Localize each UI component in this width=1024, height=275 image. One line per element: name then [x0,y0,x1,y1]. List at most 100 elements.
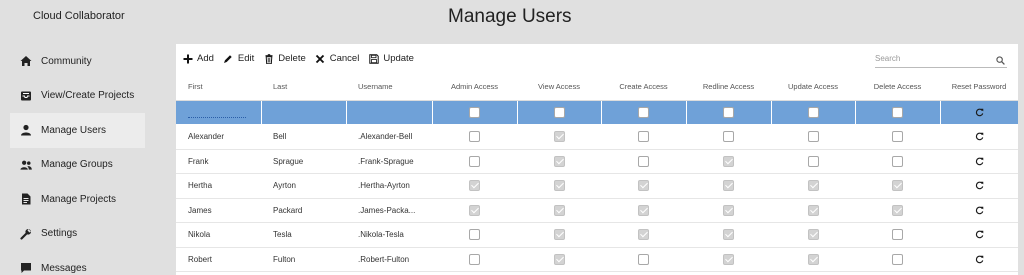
username-cell[interactable]: .Hertha-Ayrton [346,173,432,199]
sidebar-item-view-create-projects[interactable]: View/Create Projects [10,79,145,114]
username-cell[interactable]: .Robert-Fulton [346,247,432,272]
redline-access-checkbox[interactable] [723,155,734,167]
redline-access-checkbox[interactable] [723,204,734,216]
refresh-icon[interactable] [975,181,984,190]
filter-delete-checkbox[interactable] [892,106,903,118]
delete-access-checkbox[interactable] [892,180,903,192]
update-access-checkbox[interactable] [807,204,819,216]
col-header-reset-password[interactable]: Reset Password [940,73,1018,101]
first-name-cell[interactable]: Hertha [176,173,261,199]
last-name-cell[interactable]: Fulton [261,247,346,272]
add-button[interactable]: Add [182,53,214,64]
sidebar-item-settings[interactable]: Settings [10,217,145,252]
col-header-last[interactable]: Last [261,73,346,101]
admin-access-checkbox[interactable] [469,253,480,265]
filter-create-checkbox[interactable] [638,106,649,118]
table-row[interactable]: Robert Fulton .Robert-Fulton [176,247,1018,272]
update-access-checkbox[interactable] [807,131,819,143]
view-access-checkbox[interactable] [553,229,565,241]
view-access-checkbox[interactable] [553,131,565,143]
delete-button[interactable]: Delete [263,53,306,64]
create-access-checkbox[interactable] [638,155,649,167]
update-access-checkbox[interactable] [807,155,819,167]
col-header-view-access[interactable]: View Access [517,73,601,101]
delete-access-checkbox[interactable] [892,229,903,241]
sidebar-item-manage-groups[interactable]: Manage Groups [10,148,145,183]
search-icon[interactable] [996,52,1005,70]
refresh-icon[interactable] [975,206,984,215]
create-access-checkbox[interactable] [638,253,649,265]
redline-access-checkbox[interactable] [723,229,734,241]
first-name-cell[interactable]: Robert [176,247,261,272]
cancel-button[interactable]: Cancel [315,53,359,64]
create-access-checkbox[interactable] [638,204,649,216]
last-name-cell[interactable]: Tesla [261,222,346,248]
update-access-checkbox[interactable] [807,180,819,192]
view-access-checkbox[interactable] [553,204,565,216]
admin-access-checkbox[interactable] [469,131,480,143]
view-access-checkbox[interactable] [553,253,565,265]
update-access-checkbox[interactable] [807,229,819,241]
table-row[interactable]: Alexander Bell .Alexander-Bell [176,124,1018,150]
sidebar-item-community[interactable]: Community [10,44,145,79]
search-input[interactable] [875,49,987,68]
refresh-icon[interactable] [975,157,984,166]
col-header-create-access[interactable]: Create Access [601,73,686,101]
username-cell[interactable]: .Alexander-Bell [346,124,432,150]
col-header-admin-access[interactable]: Admin Access [432,73,517,101]
filter-admin-checkbox[interactable] [469,106,480,118]
create-access-checkbox[interactable] [638,180,649,192]
filter-first-input[interactable] [188,106,246,119]
refresh-icon[interactable] [975,230,984,239]
delete-access-checkbox[interactable] [892,131,903,143]
sidebar-item-messages[interactable]: Messages [10,251,145,275]
last-name-cell[interactable]: Sprague [261,149,346,174]
redline-access-checkbox[interactable] [723,180,734,192]
table-row[interactable]: Frank Sprague .Frank-Sprague [176,149,1018,174]
delete-access-checkbox[interactable] [892,155,903,167]
sidebar-item-manage-projects[interactable]: Manage Projects [10,182,145,217]
col-header-first[interactable]: First [176,73,261,101]
filter-redline-checkbox[interactable] [723,106,734,118]
update-button[interactable]: Update [368,53,414,64]
redline-access-checkbox[interactable] [723,131,734,143]
first-name-cell[interactable]: James [176,198,261,223]
view-access-checkbox[interactable] [553,155,565,167]
username-cell[interactable]: .Frank-Sprague [346,149,432,174]
col-header-redline-access[interactable]: Redline Access [686,73,771,101]
username-cell[interactable]: .James-Packa... [346,198,432,223]
update-access-checkbox[interactable] [807,253,819,265]
last-name-cell[interactable]: Bell [261,124,346,150]
view-access-checkbox[interactable] [553,180,565,192]
last-name-cell[interactable]: Ayrton [261,173,346,199]
last-name-cell[interactable]: Packard [261,198,346,223]
delete-access-checkbox[interactable] [892,204,903,216]
table-row[interactable]: James Packard .James-Packa... [176,198,1018,223]
table-row[interactable]: Nikola Tesla .Nikola-Tesla [176,222,1018,248]
first-name-cell[interactable]: Nikola [176,222,261,248]
col-header-delete-access[interactable]: Delete Access [855,73,940,101]
first-name-cell[interactable]: Alexander [176,124,261,150]
admin-access-checkbox[interactable] [469,180,480,192]
create-access-checkbox[interactable] [638,131,649,143]
admin-access-checkbox[interactable] [469,155,480,167]
filter-update-checkbox[interactable] [807,106,819,118]
admin-access-checkbox[interactable] [469,229,480,241]
col-header-username[interactable]: Username [346,73,432,101]
filter-cell-username[interactable] [346,100,433,125]
admin-access-checkbox[interactable] [469,204,480,216]
table-row[interactable]: Hertha Ayrton .Hertha-Ayrton [176,173,1018,199]
delete-access-checkbox[interactable] [892,253,903,265]
filter-cell-last[interactable] [261,100,347,125]
create-access-checkbox[interactable] [638,229,649,241]
filter-view-checkbox[interactable] [553,106,565,118]
redline-access-checkbox[interactable] [723,253,734,265]
username-cell[interactable]: .Nikola-Tesla [346,222,432,248]
refresh-icon[interactable] [975,132,984,141]
first-name-cell[interactable]: Frank [176,149,261,174]
refresh-icon[interactable] [975,108,984,117]
sidebar-item-manage-users[interactable]: Manage Users [10,113,145,148]
edit-button[interactable]: Edit [223,53,254,64]
refresh-icon[interactable] [975,255,984,264]
col-header-update-access[interactable]: Update Access [771,73,855,101]
